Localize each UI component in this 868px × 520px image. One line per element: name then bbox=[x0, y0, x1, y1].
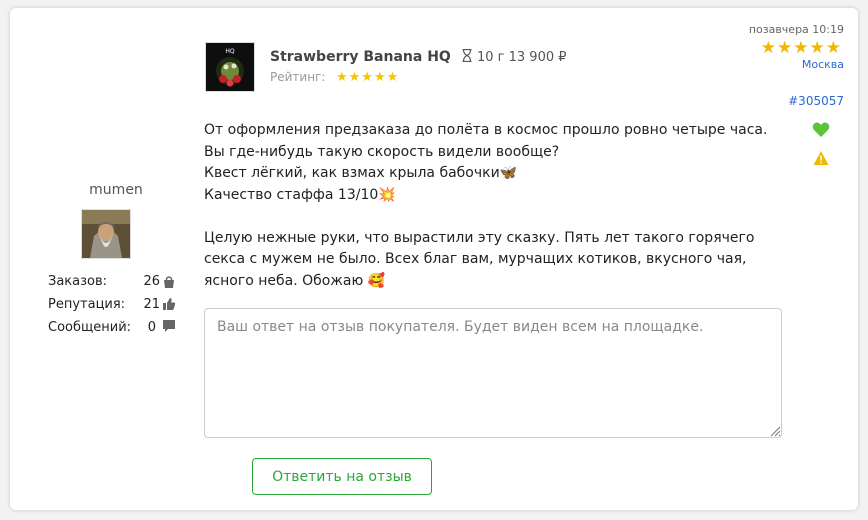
warning-icon[interactable] bbox=[813, 150, 829, 166]
reply-button[interactable]: Ответить на отзыв bbox=[252, 458, 432, 495]
user-avatar[interactable] bbox=[81, 209, 131, 259]
stat-messages-value: 0 bbox=[147, 320, 156, 335]
stat-orders: Заказов: 26 bbox=[48, 274, 174, 289]
review-text: От оформления предзаказа до полёта в кос… bbox=[204, 120, 784, 292]
heart-icon[interactable] bbox=[812, 121, 830, 139]
stat-reputation: Репутация: 21 bbox=[48, 297, 176, 312]
product-logo[interactable]: HQ bbox=[205, 42, 255, 92]
review-paragraph: Целую нежные руки, что вырастили эту ска… bbox=[204, 229, 755, 289]
stat-orders-value: 26 bbox=[143, 274, 160, 289]
review-line: Качество стаффа 13/10💥 bbox=[204, 186, 396, 203]
product-weight-value: 10 г 13 900 ₽ bbox=[477, 50, 567, 65]
review-line: Вы где-нибудь такую скорость видели вооб… bbox=[204, 143, 560, 160]
order-id-link[interactable]: #305057 bbox=[788, 94, 844, 108]
hourglass-icon bbox=[462, 48, 472, 63]
user-name[interactable]: mumen bbox=[80, 182, 152, 198]
svg-text:HQ: HQ bbox=[225, 48, 235, 55]
reply-textarea[interactable] bbox=[204, 308, 782, 438]
stat-messages-label: Сообщений: bbox=[48, 320, 132, 335]
rating-label: Рейтинг: bbox=[270, 70, 326, 84]
review-stars: ★★★★★ bbox=[760, 38, 842, 58]
review-card: mumen Заказов: 26 Репутация: 21 Сообщени… bbox=[10, 8, 858, 510]
thumbs-up-icon bbox=[163, 298, 176, 310]
review-date: позавчера 10:19 bbox=[748, 23, 844, 36]
product-weight: 10 г 13 900 ₽ bbox=[462, 48, 567, 65]
product-rating-stars: ★★★★★ bbox=[336, 70, 400, 85]
chat-icon bbox=[163, 320, 175, 332]
product-logo-image: HQ bbox=[206, 43, 254, 91]
review-line: От оформления предзаказа до полёта в кос… bbox=[204, 122, 768, 138]
avatar-image bbox=[82, 210, 130, 258]
stat-messages: Сообщений: 0 bbox=[48, 320, 175, 335]
review-spacer bbox=[204, 206, 784, 228]
review-line: Квест лёгкий, как взмах крыла бабочки🦋 bbox=[204, 165, 518, 181]
resize-handle-icon[interactable] bbox=[769, 425, 781, 437]
bag-icon bbox=[164, 276, 174, 288]
product-name[interactable]: Strawberry Banana HQ bbox=[270, 49, 451, 65]
city-link[interactable]: Москва bbox=[802, 58, 844, 71]
stat-reputation-value: 21 bbox=[143, 297, 160, 312]
stat-orders-label: Заказов: bbox=[48, 274, 108, 289]
stat-reputation-label: Репутация: bbox=[48, 297, 126, 312]
